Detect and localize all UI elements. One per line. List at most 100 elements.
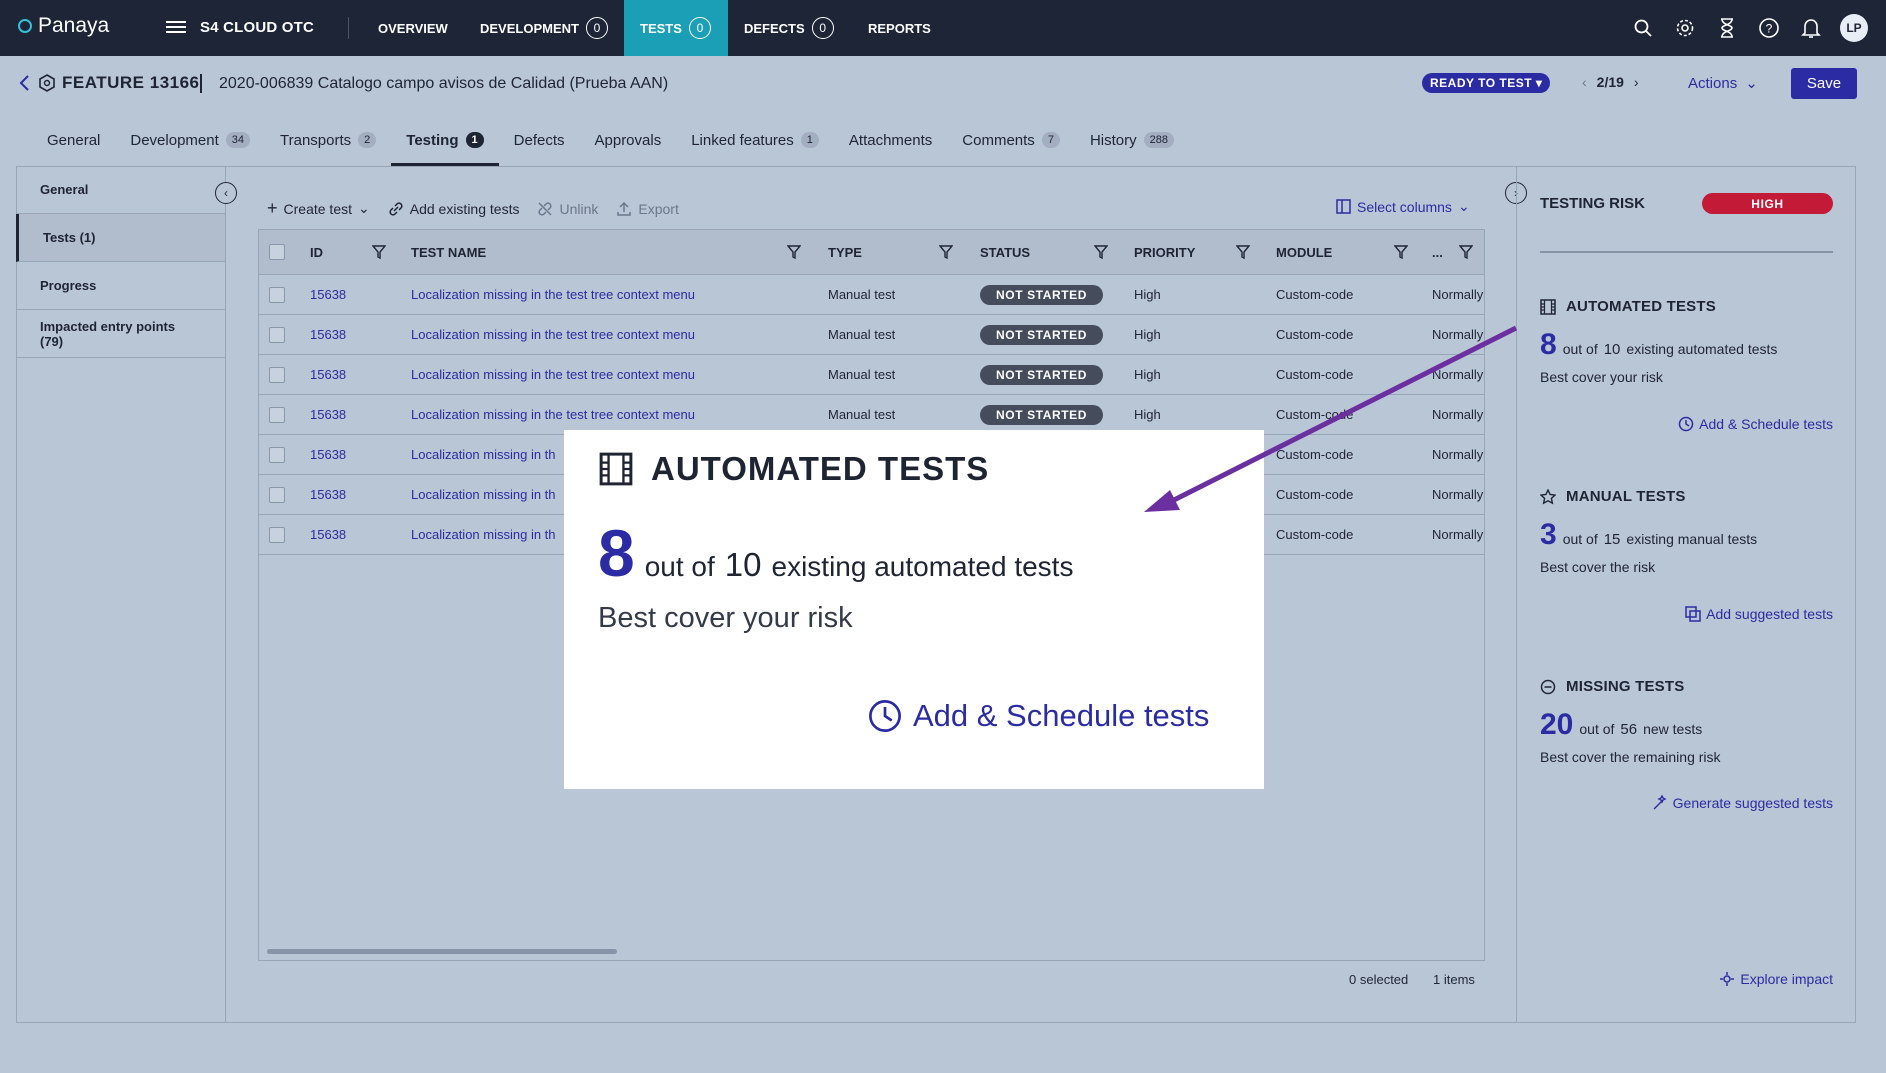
col-status[interactable]: STATUS — [980, 230, 1030, 274]
row-checkbox[interactable] — [269, 315, 285, 354]
row-checkbox[interactable] — [269, 475, 285, 514]
leftnav-tests[interactable]: Tests (1) — [16, 214, 225, 262]
col-more[interactable]: ... — [1432, 230, 1443, 274]
test-id-link[interactable]: 15638 — [310, 435, 346, 474]
automated-stat: 8 out of 10 existing automated tests — [1540, 328, 1777, 362]
help-icon[interactable]: ? — [1756, 15, 1782, 41]
filter-icon[interactable] — [787, 230, 801, 274]
logo-ring-icon — [18, 19, 32, 33]
test-id-link[interactable]: 15638 — [310, 395, 346, 434]
zoom-add-schedule-link[interactable]: Add & Schedule tests — [867, 698, 1209, 734]
test-id-link[interactable]: 15638 — [310, 355, 346, 394]
test-id-link[interactable]: 15638 — [310, 475, 346, 514]
row-checkbox[interactable] — [269, 275, 285, 314]
tab-defects[interactable]: Defects — [499, 122, 580, 166]
gear-icon[interactable] — [1672, 15, 1698, 41]
nav-overview[interactable]: OVERVIEW — [362, 0, 464, 56]
tab-comments[interactable]: Comments 7 — [947, 122, 1075, 166]
checkbox[interactable] — [269, 244, 285, 260]
generate-suggested-tests-link[interactable]: Generate suggested tests — [1652, 795, 1833, 811]
nav-tests[interactable]: TESTS 0 — [624, 0, 728, 56]
status-dropdown[interactable]: READY TO TEST ▾ — [1422, 73, 1551, 93]
add-suggested-tests-link[interactable]: Add suggested tests — [1685, 606, 1833, 622]
col-priority[interactable]: PRIORITY — [1134, 230, 1195, 274]
row-checkbox[interactable] — [269, 515, 285, 554]
next-icon[interactable]: › — [1634, 74, 1639, 90]
tab-attachments[interactable]: Attachments — [834, 122, 947, 166]
select-all-checkbox[interactable] — [269, 230, 285, 274]
test-name-link[interactable]: Localization missing in the test tree co… — [411, 315, 695, 354]
zoom-sub: Best cover your risk — [598, 602, 853, 634]
test-module: Custom-code — [1276, 407, 1354, 422]
tab-linked-features[interactable]: Linked features 1 — [676, 122, 834, 166]
panaya-logo[interactable]: Panaya — [18, 14, 109, 38]
leftnav-progress[interactable]: Progress — [16, 262, 225, 310]
checkbox[interactable] — [269, 486, 285, 503]
table-row[interactable]: 15638 Localization missing in the test tr… — [259, 275, 1484, 315]
test-name-link[interactable]: Localization missing in the test tree co… — [411, 275, 695, 314]
checkbox[interactable] — [269, 446, 285, 463]
avatar[interactable]: LP — [1840, 14, 1868, 42]
leftnav-general[interactable]: General — [16, 166, 225, 214]
unlink-button[interactable]: Unlink — [537, 201, 598, 217]
filter-icon[interactable] — [1094, 230, 1108, 274]
test-id-link[interactable]: 15638 — [310, 515, 346, 554]
tab-transports[interactable]: Transports 2 — [265, 122, 391, 166]
filter-icon[interactable] — [939, 230, 953, 274]
nav-reports[interactable]: REPORTS — [852, 0, 947, 56]
nav-badge: 0 — [811, 17, 834, 39]
filter-icon[interactable] — [372, 230, 386, 274]
nav-defects[interactable]: DEFECTS 0 — [728, 0, 850, 56]
leftnav-impacted-entry-points[interactable]: Impacted entry points (79) — [16, 310, 225, 358]
filter-icon[interactable] — [1459, 230, 1473, 274]
tab-history[interactable]: History 288 — [1075, 122, 1189, 166]
test-name-link[interactable]: Localization missing in the test tree co… — [411, 355, 695, 394]
test-id-link[interactable]: 15638 — [310, 275, 346, 314]
table-row[interactable]: 15638 Localization missing in the test tr… — [259, 315, 1484, 355]
actions-menu[interactable]: Actions ⌄ — [1688, 74, 1758, 93]
col-test-name[interactable]: TEST NAME — [411, 230, 486, 274]
horizontal-scrollbar[interactable] — [267, 949, 617, 954]
search-icon[interactable] — [1630, 15, 1656, 41]
row-checkbox[interactable] — [269, 355, 285, 394]
project-name[interactable]: S4 CLOUD OTC — [200, 19, 314, 36]
feature-title: 2020-006839 Catalogo campo avisos de Cal… — [219, 75, 669, 92]
checkbox[interactable] — [269, 406, 285, 423]
test-name-link[interactable]: Localization missing in the test tree co… — [411, 395, 695, 434]
tab-development[interactable]: Development 34 — [115, 122, 265, 166]
explore-impact-link[interactable]: Explore impact — [1719, 971, 1833, 987]
col-module[interactable]: MODULE — [1276, 230, 1332, 274]
tab-approvals[interactable]: Approvals — [580, 122, 677, 166]
save-button[interactable]: Save — [1791, 68, 1857, 99]
table-row[interactable]: 15638 Localization missing in the test tr… — [259, 395, 1484, 435]
export-button[interactable]: Export — [616, 201, 679, 217]
test-id-link[interactable]: 15638 — [310, 315, 346, 354]
filter-icon[interactable] — [1236, 230, 1250, 274]
add-existing-tests-button[interactable]: Add existing tests — [388, 201, 519, 217]
nav-development[interactable]: DEVELOPMENT 0 — [464, 0, 624, 56]
create-test-button[interactable]: + Create test ⌄ — [267, 198, 370, 219]
menu-icon[interactable] — [166, 18, 186, 38]
col-type[interactable]: TYPE — [828, 230, 862, 274]
table-row[interactable]: 15638 Localization missing in the test tr… — [259, 355, 1484, 395]
collapse-left-icon[interactable]: ‹ — [215, 182, 237, 204]
tab-testing[interactable]: Testing 1 — [391, 122, 500, 166]
add-schedule-tests-link[interactable]: Add & Schedule tests — [1678, 416, 1833, 432]
prev-icon[interactable]: ‹ — [1582, 74, 1587, 90]
checkbox[interactable] — [269, 326, 285, 343]
checkbox[interactable] — [269, 366, 285, 383]
bell-icon[interactable] — [1798, 15, 1824, 41]
row-checkbox[interactable] — [269, 395, 285, 434]
filter-icon[interactable] — [1394, 230, 1408, 274]
row-checkbox[interactable] — [269, 435, 285, 474]
select-columns-button[interactable]: Select columns ⌄ — [1336, 198, 1470, 215]
test-name-link[interactable]: Localization missing in th — [411, 515, 556, 554]
test-name-link[interactable]: Localization missing in th — [411, 475, 556, 514]
col-id[interactable]: ID — [310, 230, 323, 274]
test-name-link[interactable]: Localization missing in th — [411, 435, 556, 474]
checkbox[interactable] — [269, 286, 285, 303]
tab-general[interactable]: General — [32, 122, 115, 166]
back-icon[interactable] — [18, 74, 32, 97]
hourglass-icon[interactable] — [1714, 15, 1740, 41]
checkbox[interactable] — [269, 526, 285, 543]
